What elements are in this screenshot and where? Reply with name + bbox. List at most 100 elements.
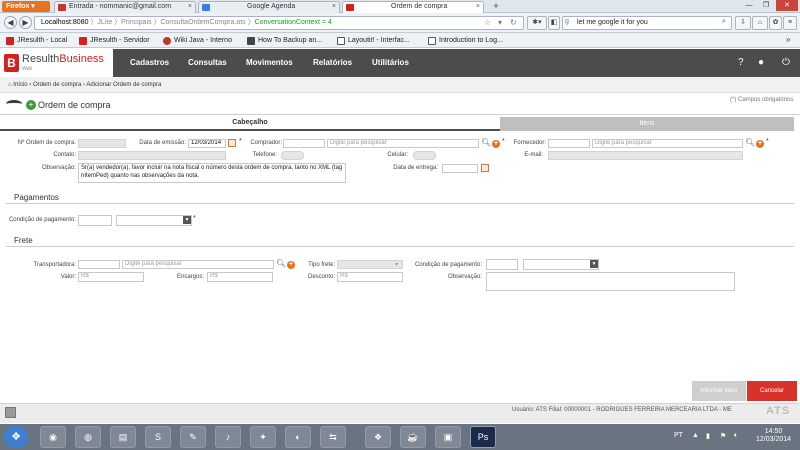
encargos-label: Encargos: [176,274,204,280]
taskbar-app-firefox[interactable]: ◍ [75,426,101,448]
informar-itens-button[interactable]: Informar itens [692,381,746,401]
entrega-field[interactable] [442,164,478,173]
menu-consultas[interactable]: Consultas [188,58,227,67]
frete-condicao-code-field[interactable] [486,259,518,270]
addon-icon[interactable]: ✱▾ [527,16,547,30]
pag-condicao-code-field[interactable] [78,215,112,226]
desconto-field[interactable]: R$ [337,272,403,282]
transportadora-code-field[interactable] [78,260,120,269]
download-icon[interactable]: ⇩ [735,16,751,30]
search-icon[interactable]: 🔍︎ [481,138,491,147]
add-icon[interactable]: + [756,140,764,148]
taskbar-app-chrome[interactable]: ◉ [40,426,66,448]
chevron-down-icon[interactable]: ▼ [183,216,191,224]
volume-icon[interactable]: 🔈︎ [734,432,738,440]
taskbar-app-game[interactable]: ❖ [365,426,391,448]
cancelar-button[interactable]: Cancelar [747,381,797,401]
breadcrumb-text[interactable]: Início › Ordem de compra › Adicionar Ord… [13,82,161,88]
new-tab-icon[interactable]: + [490,2,502,12]
bookmark-wiki-java[interactable]: Wiki Java - Interno [163,35,232,46]
transportadora-search-input[interactable]: Digite para pesquisar [122,260,274,269]
taskbar-app-photoshop[interactable]: Ps [470,426,496,448]
logo-sub: Web [22,66,33,72]
reload-icon[interactable]: ↻ [510,18,517,27]
forward-icon[interactable]: ▶ [19,16,32,29]
dropdown-icon[interactable]: ▾ [498,18,502,27]
search-icon[interactable]: 🔍︎ [745,138,755,147]
menu-movimentos[interactable]: Movimentos [246,58,293,67]
taskbar-app-explorer[interactable]: ▤ [110,426,136,448]
fornecedor-search-input[interactable]: Digite para pesquisar [592,139,743,148]
tab-ordem-compra[interactable]: Ordem de compra × [342,1,484,13]
tab-calendar[interactable]: Google Agenda × [198,1,340,13]
bookmark-backup[interactable]: How To Backup an... [247,35,322,46]
tab-itens[interactable]: Itens [500,117,794,131]
taskbar-app-itunes[interactable]: ♪ [215,426,241,448]
bookmark-icon [428,37,436,45]
menu-cadastros[interactable]: Cadastros [130,58,169,67]
bookmark-icon [163,37,171,45]
add-icon: + [26,100,36,110]
start-button[interactable]: ❖ [4,426,28,448]
back-arrow-icon[interactable] [6,100,22,108]
bookmark-layoutit[interactable]: Layoutit! - Interfac... [337,35,410,46]
encargos-field[interactable]: R$ [207,272,273,282]
comprador-code-field[interactable] [283,139,325,148]
maximize-icon[interactable]: ❐ [758,0,774,11]
taskbar-app-teamviewer[interactable]: ⇆ [320,426,346,448]
taskbar-app-skype[interactable]: S [145,426,171,448]
bookmark-star-icon[interactable]: ☆ [484,18,491,27]
bookmark-jresulth-servidor[interactable]: JResulth - Servidor [79,35,150,46]
comprador-search-input[interactable]: Digite para pesquisar [327,139,479,148]
tab-label: Ordem de compra [391,3,448,10]
tab-cabecalho[interactable]: Cabeçalho [0,117,500,131]
search-icon[interactable]: ⌕ [722,18,726,26]
firefox-menu-button[interactable]: Firefox ▾ [2,1,50,12]
language-indicator[interactable]: PT [674,432,683,439]
power-icon[interactable]: ⏻ [782,57,790,68]
taskbar-app-window[interactable]: ▣ [435,426,461,448]
calendar-icon[interactable] [481,164,489,172]
menu-relatorios[interactable]: Relatórios [313,58,352,67]
tray-arrow-icon[interactable]: ▲ [692,432,699,439]
close-icon[interactable]: × [188,2,192,12]
taskbar-app-eclipse[interactable]: ◐ [285,426,311,448]
calendar-icon[interactable] [228,139,236,147]
fornecedor-code-field[interactable] [548,139,590,148]
addon-icon[interactable]: ✿ [769,16,782,30]
help-icon[interactable]: ? [738,57,744,68]
valor-field[interactable]: R$ [78,272,144,282]
add-icon[interactable]: + [492,140,500,148]
close-window-icon[interactable]: ✕ [776,0,798,11]
bookmark-intro-log[interactable]: Introduction to Log... [428,35,503,46]
more-bookmarks-icon[interactable]: » [786,35,790,44]
search-icon[interactable]: 🔍︎ [276,259,286,268]
close-icon[interactable]: × [332,2,336,12]
taskbar-app-tool[interactable]: ✦ [250,426,276,448]
menu-icon[interactable]: ≡ [783,16,797,30]
minimize-icon[interactable]: — [741,0,757,11]
emissao-field[interactable]: 12/03/2014 [188,139,226,148]
addon-icon[interactable]: ◧ [548,16,560,30]
taskbar-app-editor[interactable]: ✎ [180,426,206,448]
clock[interactable]: 14:50 12/03/2014 [756,428,791,444]
keyboard-icon[interactable] [5,407,16,418]
url-path: 〉JLite 〉Principais 〉ConsultaOrdemCompra.… [88,19,255,26]
close-icon[interactable]: × [476,2,480,12]
bookmark-jresulth-local[interactable]: JResulth - Local [6,35,67,46]
pag-condicao-select[interactable] [116,215,192,226]
chevron-down-icon[interactable]: ▼ [590,260,598,268]
url-bar[interactable]: Localhost:8080 〉JLite 〉Principais 〉Consu… [34,16,524,30]
user-icon[interactable]: ● [758,57,764,68]
home-icon[interactable]: ⌂ [752,16,768,30]
frete-condicao-select[interactable] [523,259,599,270]
back-icon[interactable]: ◀ [4,16,17,29]
tab-gmail[interactable]: Entrada - nommanic@gmail.com × [54,1,196,13]
frete-observacao-textarea[interactable] [486,272,735,291]
menu-utilitarios[interactable]: Utilitários [372,58,409,67]
network-icon[interactable]: ▮ [706,432,710,440]
observacao-textarea[interactable]: Sr(a) vendedor(a), favor incluir na nota… [78,163,346,183]
taskbar-app-java[interactable]: ☕ [400,426,426,448]
search-input[interactable]: let me google it for you [562,16,732,30]
flag-icon[interactable]: ⚑ [720,432,726,440]
